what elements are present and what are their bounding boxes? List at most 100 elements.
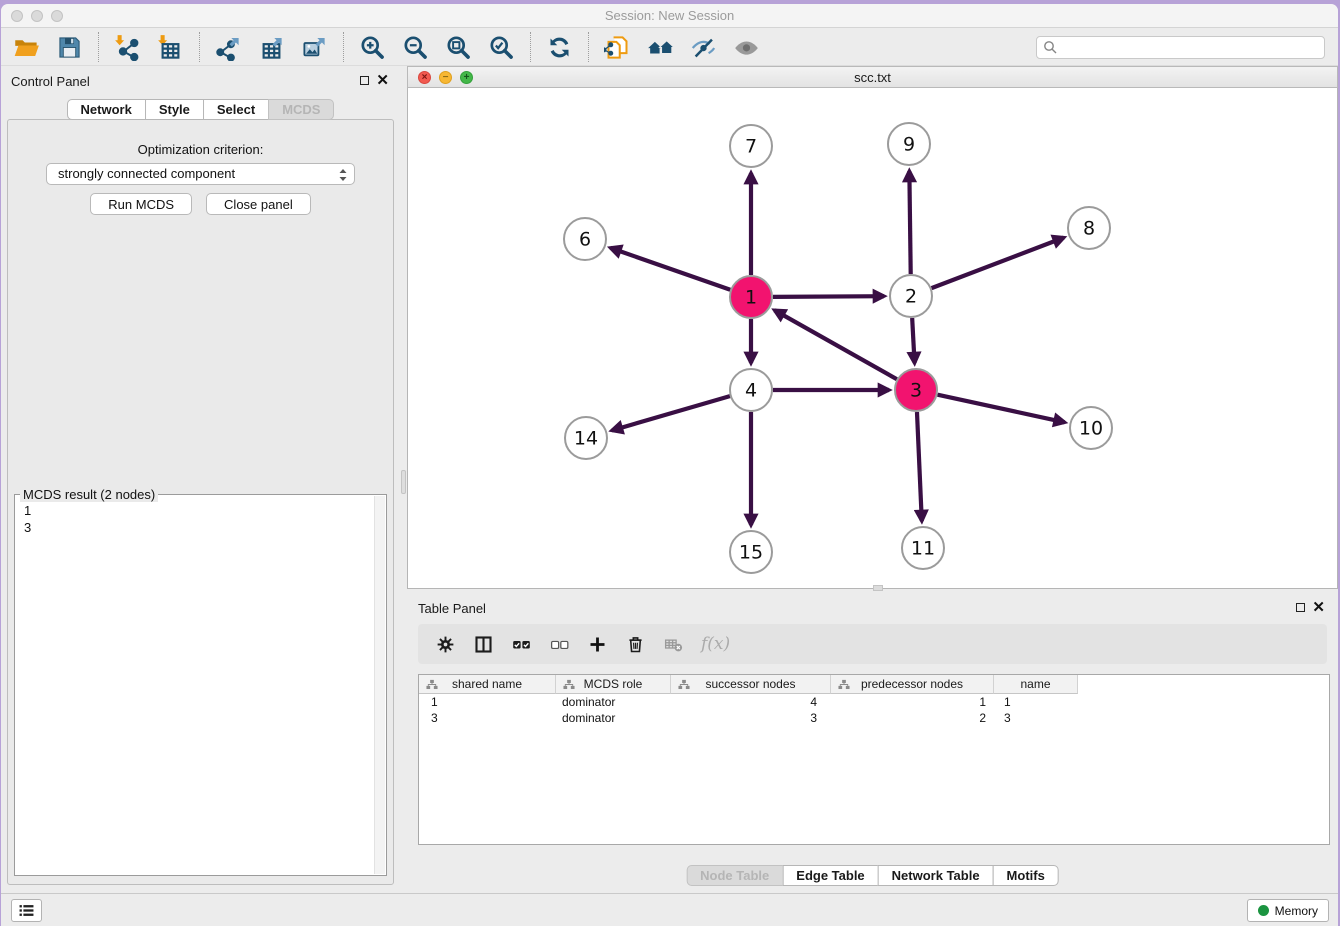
import-table-icon[interactable] <box>157 34 184 61</box>
window-minimize-button[interactable] <box>31 10 43 22</box>
delete-column-icon[interactable] <box>625 634 646 655</box>
refresh-network-icon[interactable] <box>546 34 573 61</box>
graph-edge-1-6[interactable] <box>610 248 730 290</box>
show-all-icon[interactable] <box>733 34 760 61</box>
graph-edge-2-8[interactable] <box>932 238 1064 289</box>
result-scrollbar[interactable] <box>374 496 385 874</box>
splitter-grip[interactable] <box>401 470 406 494</box>
optimization-select[interactable]: strongly connected component <box>46 163 355 185</box>
vertical-splitter[interactable] <box>400 66 407 893</box>
column-header-mcds-role[interactable]: MCDS role <box>556 675 671 694</box>
graph-edge-3-10[interactable] <box>937 395 1064 423</box>
graph-edge-3-11[interactable] <box>917 412 922 521</box>
graph-node-14[interactable]: 14 <box>565 417 607 459</box>
network-minimize-button[interactable]: − <box>439 71 452 84</box>
graph-node-8[interactable]: 8 <box>1068 207 1110 249</box>
graph-node-7[interactable]: 7 <box>730 125 772 167</box>
float-panel-icon[interactable] <box>360 76 369 85</box>
cell-predecessor-nodes[interactable]: 2 <box>831 710 994 726</box>
deselect-all-icon[interactable] <box>549 634 570 655</box>
add-column-icon[interactable] <box>587 634 608 655</box>
cell-name[interactable]: 1 <box>994 694 1078 710</box>
import-network-icon[interactable] <box>114 34 141 61</box>
table-row[interactable]: 1dominator411 <box>419 694 1329 710</box>
graph-node-2[interactable]: 2 <box>890 275 932 317</box>
column-header-label: predecessor nodes <box>861 677 963 691</box>
cell-shared-name[interactable]: 1 <box>419 694 556 710</box>
cell-mcds-role[interactable]: dominator <box>556 694 671 710</box>
first-neighbors-icon[interactable] <box>647 34 674 61</box>
export-image-icon[interactable] <box>301 34 328 61</box>
close-panel-icon[interactable]: ✕ <box>376 73 389 88</box>
optimization-label: Optimization criterion: <box>8 142 393 157</box>
float-table-panel-icon[interactable] <box>1296 603 1305 612</box>
cell-successor-nodes[interactable]: 3 <box>671 710 831 726</box>
close-table-panel-icon[interactable]: ✕ <box>1312 600 1325 615</box>
graph-node-15[interactable]: 15 <box>730 531 772 573</box>
graph-edge-4-14[interactable] <box>612 396 730 430</box>
memory-button[interactable]: Memory <box>1247 899 1329 922</box>
table-options-icon[interactable] <box>435 634 456 655</box>
mcds-result-list[interactable]: 13 <box>16 497 373 874</box>
graph-node-10[interactable]: 10 <box>1070 407 1112 449</box>
export-network-icon[interactable] <box>215 34 242 61</box>
close-panel-button[interactable]: Close panel <box>206 193 311 215</box>
network-title: scc.txt <box>854 70 891 85</box>
table-tab-edge-table[interactable]: Edge Table <box>782 865 878 886</box>
horizontal-splitter-grip[interactable] <box>873 585 883 591</box>
save-session-icon[interactable] <box>56 34 83 61</box>
zoom-in-icon[interactable] <box>359 34 386 61</box>
cell-successor-nodes[interactable]: 4 <box>671 694 831 710</box>
graph-edge-2-3[interactable] <box>912 318 914 363</box>
table-tab-node-table[interactable]: Node Table <box>686 865 783 886</box>
graph-node-3[interactable]: 3 <box>895 369 937 411</box>
show-column-icon[interactable] <box>473 634 494 655</box>
cell-name[interactable]: 3 <box>994 710 1078 726</box>
task-history-button[interactable] <box>11 899 42 922</box>
network-close-button[interactable]: × <box>418 71 431 84</box>
table-header-row: shared name MCDS rolesuccessor nodes prede… <box>419 675 1329 694</box>
control-tab-network[interactable]: Network <box>67 99 146 120</box>
main-toolbar <box>1 29 1338 66</box>
network-maximize-button[interactable]: + <box>460 71 473 84</box>
graph-edge-2-9[interactable] <box>909 171 910 274</box>
network-window-titlebar: × − + scc.txt <box>407 66 1338 88</box>
table-tab-motifs[interactable]: Motifs <box>993 865 1059 886</box>
column-header-label: shared name <box>452 677 522 691</box>
network-canvas[interactable]: 7 9 6 8 1 2 4 3 14 10 15 11 <box>407 88 1338 589</box>
column-header-shared-name[interactable]: shared name <box>419 675 556 694</box>
cell-mcds-role[interactable]: dominator <box>556 710 671 726</box>
table-row[interactable]: 3dominator323 <box>419 710 1329 726</box>
graph-node-1[interactable]: 1 <box>730 276 772 318</box>
window-zoom-button[interactable] <box>51 10 63 22</box>
control-tab-mcds[interactable]: MCDS <box>268 99 334 120</box>
hide-selected-icon[interactable] <box>690 34 717 61</box>
column-header-predecessor-nodes[interactable]: predecessor nodes <box>831 675 994 694</box>
graph-node-9[interactable]: 9 <box>888 123 930 165</box>
graph-node-6[interactable]: 6 <box>564 218 606 260</box>
column-header-successor-nodes[interactable]: successor nodes <box>671 675 831 694</box>
graph-node-11[interactable]: 11 <box>902 527 944 569</box>
table-tab-network-table[interactable]: Network Table <box>878 865 994 886</box>
mcds-result-box: MCDS result (2 nodes) 13 <box>14 494 387 876</box>
search-input[interactable] <box>1061 40 1318 54</box>
open-file-icon[interactable] <box>13 34 40 61</box>
window-close-button[interactable] <box>11 10 23 22</box>
cell-predecessor-nodes[interactable]: 1 <box>831 694 994 710</box>
graph-node-4[interactable]: 4 <box>730 369 772 411</box>
control-tab-style[interactable]: Style <box>145 99 204 120</box>
search-box[interactable] <box>1036 36 1325 59</box>
zoom-fit-icon[interactable] <box>445 34 472 61</box>
export-table-icon[interactable] <box>258 34 285 61</box>
cell-shared-name[interactable]: 3 <box>419 710 556 726</box>
column-header-name[interactable]: name <box>994 675 1078 694</box>
select-all-icon[interactable] <box>511 634 532 655</box>
zoom-selected-icon[interactable] <box>488 34 515 61</box>
graph-edge-3-1[interactable] <box>775 310 897 379</box>
copy-network-icon[interactable] <box>604 34 631 61</box>
run-mcds-button[interactable]: Run MCDS <box>90 193 192 215</box>
graph-edge-1-2[interactable] <box>773 296 884 297</box>
zoom-out-icon[interactable] <box>402 34 429 61</box>
control-tab-select[interactable]: Select <box>203 99 269 120</box>
memory-status-icon <box>1258 905 1269 916</box>
